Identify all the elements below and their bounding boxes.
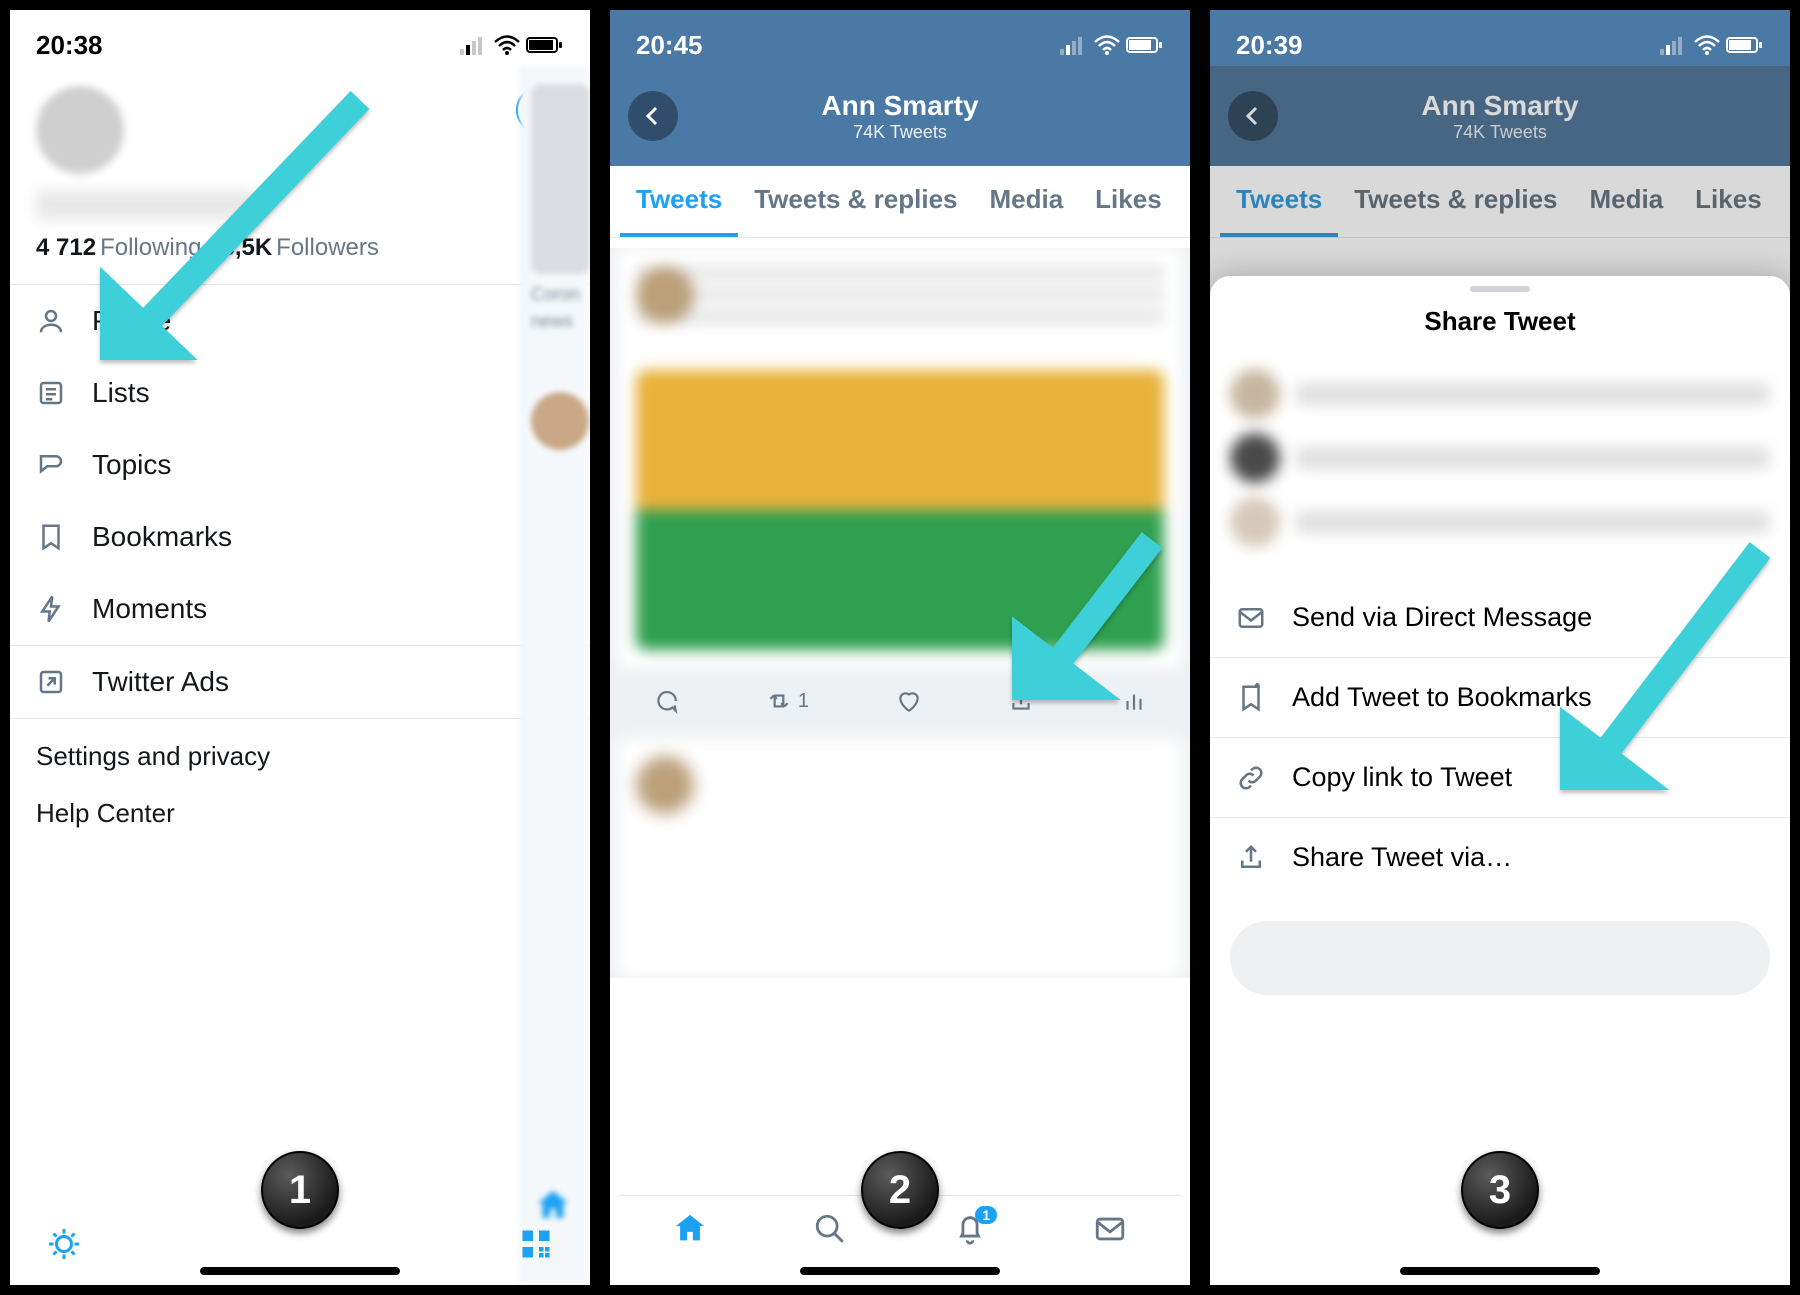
tab-tweets[interactable]: Tweets xyxy=(620,166,738,237)
step-badge-2: 2 xyxy=(861,1151,939,1229)
share-option-copy-link[interactable]: Copy link to Tweet xyxy=(1210,738,1790,818)
tab-media[interactable]: Media xyxy=(1573,166,1679,237)
follow-stats[interactable]: 4 712Following 6,5KFollowers xyxy=(10,220,590,284)
share-option-dm-label: Send via Direct Message xyxy=(1292,602,1592,633)
menu-lists[interactable]: Lists xyxy=(10,357,590,429)
status-time: 20:39 xyxy=(1236,30,1303,61)
profile-subtitle: 74K Tweets xyxy=(1453,122,1547,143)
profile-icon xyxy=(36,306,66,336)
profile-subtitle: 74K Tweets xyxy=(853,122,947,143)
link-icon xyxy=(1236,763,1266,793)
retweet-count: 1 xyxy=(798,690,809,713)
tab-media[interactable]: Media xyxy=(973,166,1079,237)
bookmarks-icon xyxy=(36,522,66,552)
tweet-reply-button[interactable] xyxy=(653,688,679,714)
profile-title: Ann Smarty xyxy=(821,90,978,122)
topics-icon xyxy=(36,450,66,480)
home-tab-icon[interactable] xyxy=(535,1188,571,1229)
profile-tabs: Tweets Tweets & replies Media Likes xyxy=(610,166,1190,238)
share-sheet-title: Share Tweet xyxy=(1210,292,1790,355)
tweet-like-button[interactable] xyxy=(896,688,922,714)
home-indicator xyxy=(1400,1267,1600,1275)
tweet-analytics-button[interactable] xyxy=(1121,688,1147,714)
menu-lists-label: Lists xyxy=(92,377,150,409)
lists-icon xyxy=(36,378,66,408)
menu-ads-label: Twitter Ads xyxy=(92,666,229,698)
share-icon xyxy=(1008,688,1034,714)
status-icons xyxy=(1660,35,1764,55)
share-option-dm[interactable]: Send via Direct Message xyxy=(1210,578,1790,658)
envelope-icon xyxy=(1236,603,1266,633)
menu-settings-privacy[interactable]: Settings and privacy xyxy=(10,718,590,794)
share-option-bookmark[interactable]: Add Tweet to Bookmarks xyxy=(1210,658,1790,738)
display-settings-icon[interactable] xyxy=(46,1226,82,1267)
tweet-card[interactable] xyxy=(618,248,1182,668)
home-indicator xyxy=(200,1267,400,1275)
tab-tweets-replies[interactable]: Tweets & replies xyxy=(738,166,973,237)
profile-title: Ann Smarty xyxy=(1421,90,1578,122)
back-button[interactable] xyxy=(1228,91,1278,141)
tab-likes[interactable]: Likes xyxy=(1079,166,1178,237)
tweet-share-button[interactable] xyxy=(1008,688,1034,714)
tab-likes[interactable]: Likes xyxy=(1679,166,1778,237)
share-option-bookmark-label: Add Tweet to Bookmarks xyxy=(1292,682,1592,713)
back-button[interactable] xyxy=(628,91,678,141)
share-option-copy-link-label: Copy link to Tweet xyxy=(1292,762,1512,793)
nav-messages[interactable] xyxy=(1093,1212,1127,1251)
nav-search[interactable] xyxy=(813,1212,847,1251)
step-badge-1: 1 xyxy=(261,1151,339,1229)
menu-topics-label: Topics xyxy=(92,449,171,481)
account-avatar[interactable] xyxy=(36,86,124,174)
bookmark-add-icon xyxy=(1236,683,1266,713)
external-icon xyxy=(36,667,66,697)
share-option-share-via[interactable]: Share Tweet via… xyxy=(1210,818,1790,897)
status-time: 20:38 xyxy=(36,30,103,61)
search-icon xyxy=(813,1212,847,1246)
status-icons xyxy=(1060,35,1164,55)
menu-bookmarks-label: Bookmarks xyxy=(92,521,232,553)
menu-twitter-ads[interactable]: Twitter Ads xyxy=(10,646,590,718)
moments-icon xyxy=(36,594,66,624)
step-badge-3: 3 xyxy=(1461,1151,1539,1229)
menu-moments[interactable]: Moments xyxy=(10,573,590,645)
account-name-blurred xyxy=(36,190,256,220)
nav-notifications[interactable]: 1 xyxy=(953,1212,987,1251)
chevron-left-icon xyxy=(641,104,665,128)
heart-icon xyxy=(896,688,922,714)
reply-icon xyxy=(653,688,679,714)
retweet-icon xyxy=(766,688,792,714)
share-option-share-via-label: Share Tweet via… xyxy=(1292,842,1512,873)
tweet-card[interactable] xyxy=(618,738,1182,978)
notifications-badge: 1 xyxy=(975,1206,997,1224)
tab-tweets[interactable]: Tweets xyxy=(1220,166,1338,237)
status-time: 20:45 xyxy=(636,30,703,61)
menu-profile-label: Profile xyxy=(92,305,171,337)
menu-profile[interactable]: Profile xyxy=(10,285,590,357)
menu-bookmarks[interactable]: Bookmarks xyxy=(10,501,590,573)
menu-topics[interactable]: Topics xyxy=(10,429,590,501)
feed-peek: Coron news xyxy=(520,66,590,1285)
chevron-left-icon xyxy=(1241,104,1265,128)
tweet-retweet-button[interactable]: 1 xyxy=(766,688,809,714)
share-cancel-button[interactable] xyxy=(1230,921,1770,995)
tab-tweets-replies[interactable]: Tweets & replies xyxy=(1338,166,1573,237)
menu-moments-label: Moments xyxy=(92,593,207,625)
profile-tabs: Tweets Tweets & replies Media Likes xyxy=(1210,166,1790,238)
share-icon xyxy=(1236,843,1266,873)
home-indicator xyxy=(800,1267,1000,1275)
nav-home[interactable] xyxy=(673,1212,707,1251)
menu-help-center[interactable]: Help Center xyxy=(10,794,590,851)
share-contacts-list xyxy=(1210,369,1790,578)
envelope-icon xyxy=(1093,1212,1127,1246)
qr-code-icon[interactable] xyxy=(518,1226,554,1267)
analytics-icon xyxy=(1121,688,1147,714)
share-tweet-sheet: Share Tweet Send via Direct Message Add … xyxy=(1210,276,1790,1285)
status-icons xyxy=(460,35,564,55)
